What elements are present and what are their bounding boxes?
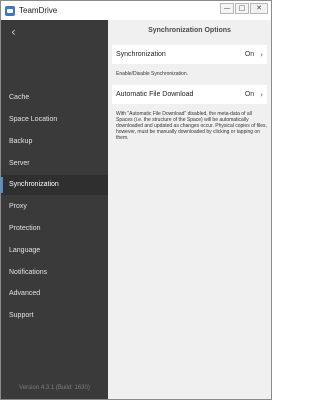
sidebar-item-server[interactable]: Server bbox=[1, 154, 108, 174]
option-description: With "Automatic File Download" disabled,… bbox=[116, 111, 267, 141]
sidebar-item-backup[interactable]: Backup bbox=[1, 132, 108, 152]
teamdrive-logo-icon bbox=[5, 5, 15, 16]
settings-sidebar: ‹ Cache Space Location Backup Server Syn… bbox=[1, 20, 108, 399]
window-title: TeamDrive bbox=[19, 6, 58, 15]
sidebar-item-advanced[interactable]: Advanced bbox=[1, 284, 108, 304]
chevron-right-icon: › bbox=[260, 90, 263, 99]
back-arrow-icon[interactable]: ‹ bbox=[11, 24, 27, 40]
sidebar-item-cache[interactable]: Cache bbox=[1, 88, 108, 108]
sidebar-item-proxy[interactable]: Proxy bbox=[1, 197, 108, 217]
sidebar-item-space-location[interactable]: Space Location bbox=[1, 110, 108, 130]
automatic-file-download-option-row[interactable]: Automatic File Download On › bbox=[112, 85, 267, 104]
option-label: Automatic File Download bbox=[116, 91, 194, 98]
sidebar-item-language[interactable]: Language bbox=[1, 241, 108, 261]
sidebar-item-notifications[interactable]: Notifications bbox=[1, 263, 108, 283]
synchronization-options-panel: Synchronization Options Synchronization … bbox=[108, 20, 271, 399]
chevron-right-icon: › bbox=[260, 50, 263, 59]
close-button[interactable]: ✕ bbox=[250, 3, 268, 14]
option-description: Enable/Disable Synchronization. bbox=[116, 71, 188, 77]
window-controls: — □ ✕ bbox=[220, 3, 268, 14]
minimize-button[interactable]: — bbox=[220, 3, 234, 14]
option-label: Synchronization bbox=[116, 51, 166, 58]
option-value: On bbox=[244, 91, 255, 98]
maximize-button[interactable]: □ bbox=[235, 3, 249, 14]
sidebar-item-protection[interactable]: Protection bbox=[1, 219, 108, 239]
synchronization-option-row[interactable]: Synchronization On › bbox=[112, 45, 267, 64]
sidebar-item-synchronization[interactable]: Synchronization bbox=[1, 175, 108, 195]
option-value: On bbox=[244, 51, 255, 58]
app-window: TeamDrive — □ ✕ ‹ Cache Space Location B… bbox=[0, 0, 272, 400]
version-label: Version 4.3.1 (Build: 1630) bbox=[19, 385, 90, 391]
page-title: Synchronization Options bbox=[148, 27, 231, 34]
sidebar-item-support[interactable]: Support bbox=[1, 306, 108, 326]
title-bar: TeamDrive — □ ✕ bbox=[1, 1, 271, 20]
